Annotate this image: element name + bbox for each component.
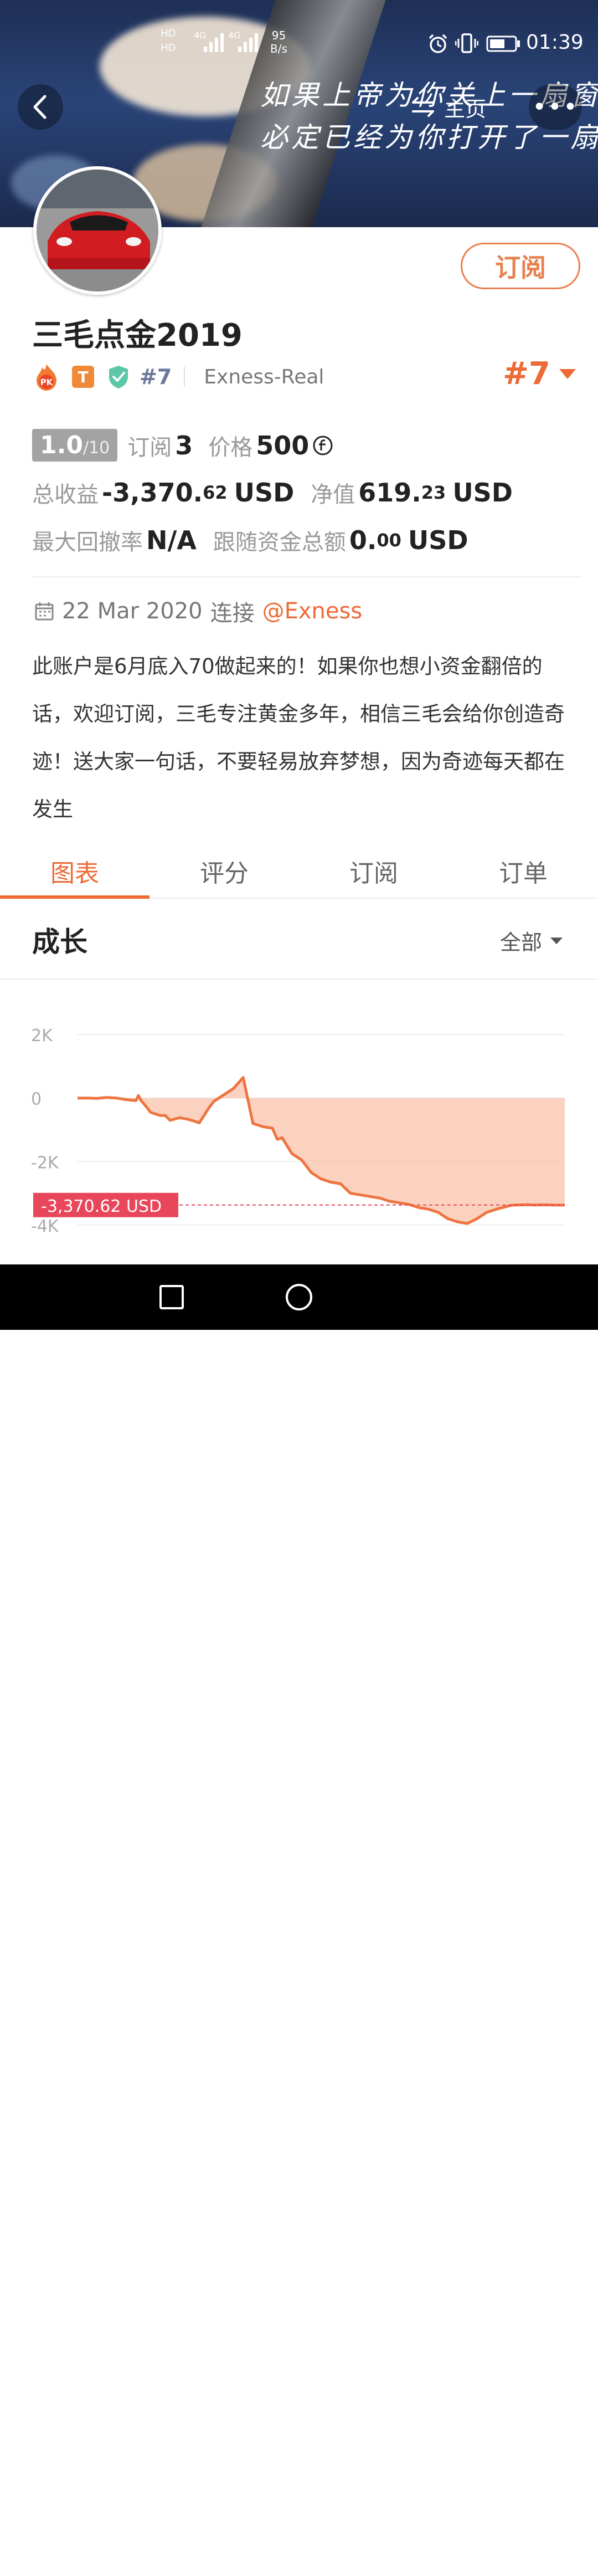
subscribe-button[interactable]: 订阅 [461,243,580,289]
price-label: 价格 [208,434,253,460]
watermark-text: @三毛点金2019 [441,2551,598,2575]
vibrate-icon [455,33,478,53]
divider [0,979,598,980]
speed-unit: B/s [270,42,287,55]
home-nav-button[interactable] [280,1278,318,1317]
total-profit-unit: USD [234,478,295,508]
switch-icon [412,97,434,117]
signal-icon [204,33,224,52]
subs-value: 3 [175,430,193,460]
subscribe-label: 订阅 [495,253,546,283]
triangle-down-icon [550,937,563,944]
recents-button[interactable] [152,1278,191,1317]
tab-orders[interactable]: 订单 [448,844,598,898]
calendar-icon [35,602,54,621]
y-tick-label: -4K [31,1217,59,1236]
stats-row-2: 总收益 -3,370. 62 USD 净值 619. 23 USD [32,477,513,509]
avatar-car-image [37,170,158,291]
more-options-button[interactable]: ••• [529,84,582,130]
alarm-icon [429,34,447,53]
tab-chart[interactable]: 图表 [0,844,150,899]
equity-unit: USD [452,478,513,508]
coin-icon [313,436,333,455]
stats-row-1: 1.0 /10 订阅 3 价格 500 [32,429,333,462]
score-value: 1.0 [40,431,83,459]
follow-funds-unit: USD [408,525,468,555]
battery-icon [486,35,520,52]
more-icon: ••• [532,93,579,121]
equity-decimal: 23 [421,482,446,503]
total-profit-decimal: 62 [203,482,228,503]
current-value-label: -3,370.62 USD [41,1197,162,1216]
circle-icon [286,1284,312,1310]
connect-date: 22 Mar 2020 [62,598,203,624]
status-time: 01:39 [526,31,584,54]
follow-funds-value: 0. [349,525,377,555]
badge-row: PK T #7 Exness-Real [34,361,324,392]
speed-indicator: 95 B/s [270,29,287,55]
subs-label: 订阅 [127,434,172,460]
avatar[interactable] [33,166,162,295]
equity-value: 619. [358,478,421,508]
rank-value: #7 [503,356,550,392]
account-name: 三毛点金2019 [32,317,243,354]
back-button[interactable] [18,84,63,130]
t-label: T [78,367,89,386]
equity-label: 净值 [311,482,355,508]
price-value: 500 [256,430,310,460]
drawdown-label: 最大回撤率 [32,530,143,555]
y-tick-label: 0 [31,1090,42,1109]
verified-shield-icon[interactable] [107,365,130,389]
broker-link[interactable]: @Exness [262,598,363,624]
rank-dropdown[interactable]: #7 [503,356,577,392]
score-max: /10 [83,438,110,458]
square-icon [159,1285,184,1309]
home-label: 主页 [444,96,487,121]
tab-bar: 图表 评分 订阅 订单 [0,844,598,899]
connect-line: 22 Mar 2020 连接 @Exness [34,595,362,627]
range-label: 全部 [500,930,543,955]
home-button[interactable]: 主页 [410,83,504,131]
y-tick-label: 2K [31,1026,53,1046]
signal-icon [238,33,258,52]
hd-label: HD [161,42,176,54]
tab-rating[interactable]: 评分 [150,844,299,898]
divider [184,367,185,387]
total-profit-label: 总收益 [32,482,99,508]
pk-badge[interactable]: PK [34,363,59,391]
watermark: @三毛点金2019 [414,2546,598,2576]
triangle-down-icon [559,368,576,379]
weibo-logo-icon [416,2551,440,2571]
range-dropdown[interactable]: 全部 [500,925,563,956]
hd-label: HD [161,28,176,39]
follow-funds-decimal: 00 [377,530,401,551]
growth-title: 成长 [32,926,87,958]
system-nav-bar: @三毛点金2019 [0,1264,598,2575]
follow-funds-label: 跟随资金总额 [213,530,346,555]
total-profit-value: -3,370. [102,478,203,508]
broker-name: Exness-Real [204,365,324,388]
drawdown-value: N/A [146,525,197,555]
tab-subscriptions[interactable]: 订阅 [299,844,448,898]
growth-chart[interactable]: 2K 0 -2K -4K -3,370.62 USD [0,986,598,1264]
chevron-left-icon [33,95,47,119]
rank-small: #7 [140,365,172,389]
account-description: 此账户是6月底入70做起来的！如果你也想小资金翻倍的话，欢迎订阅，三毛专注黄金多… [32,654,565,821]
pk-label: PK [40,377,53,387]
score-badge: 1.0 /10 [32,429,118,462]
speed-value: 95 [271,29,286,42]
stats-row-3: 最大回撤率 N/A 跟随资金总额 0. 00 USD [32,524,468,556]
divider [32,576,581,577]
connect-label: 连接 [210,601,255,626]
network-indicator: HD HD [161,27,176,55]
t-badge[interactable]: T [72,366,94,388]
y-tick-label: -2K [31,1153,59,1172]
